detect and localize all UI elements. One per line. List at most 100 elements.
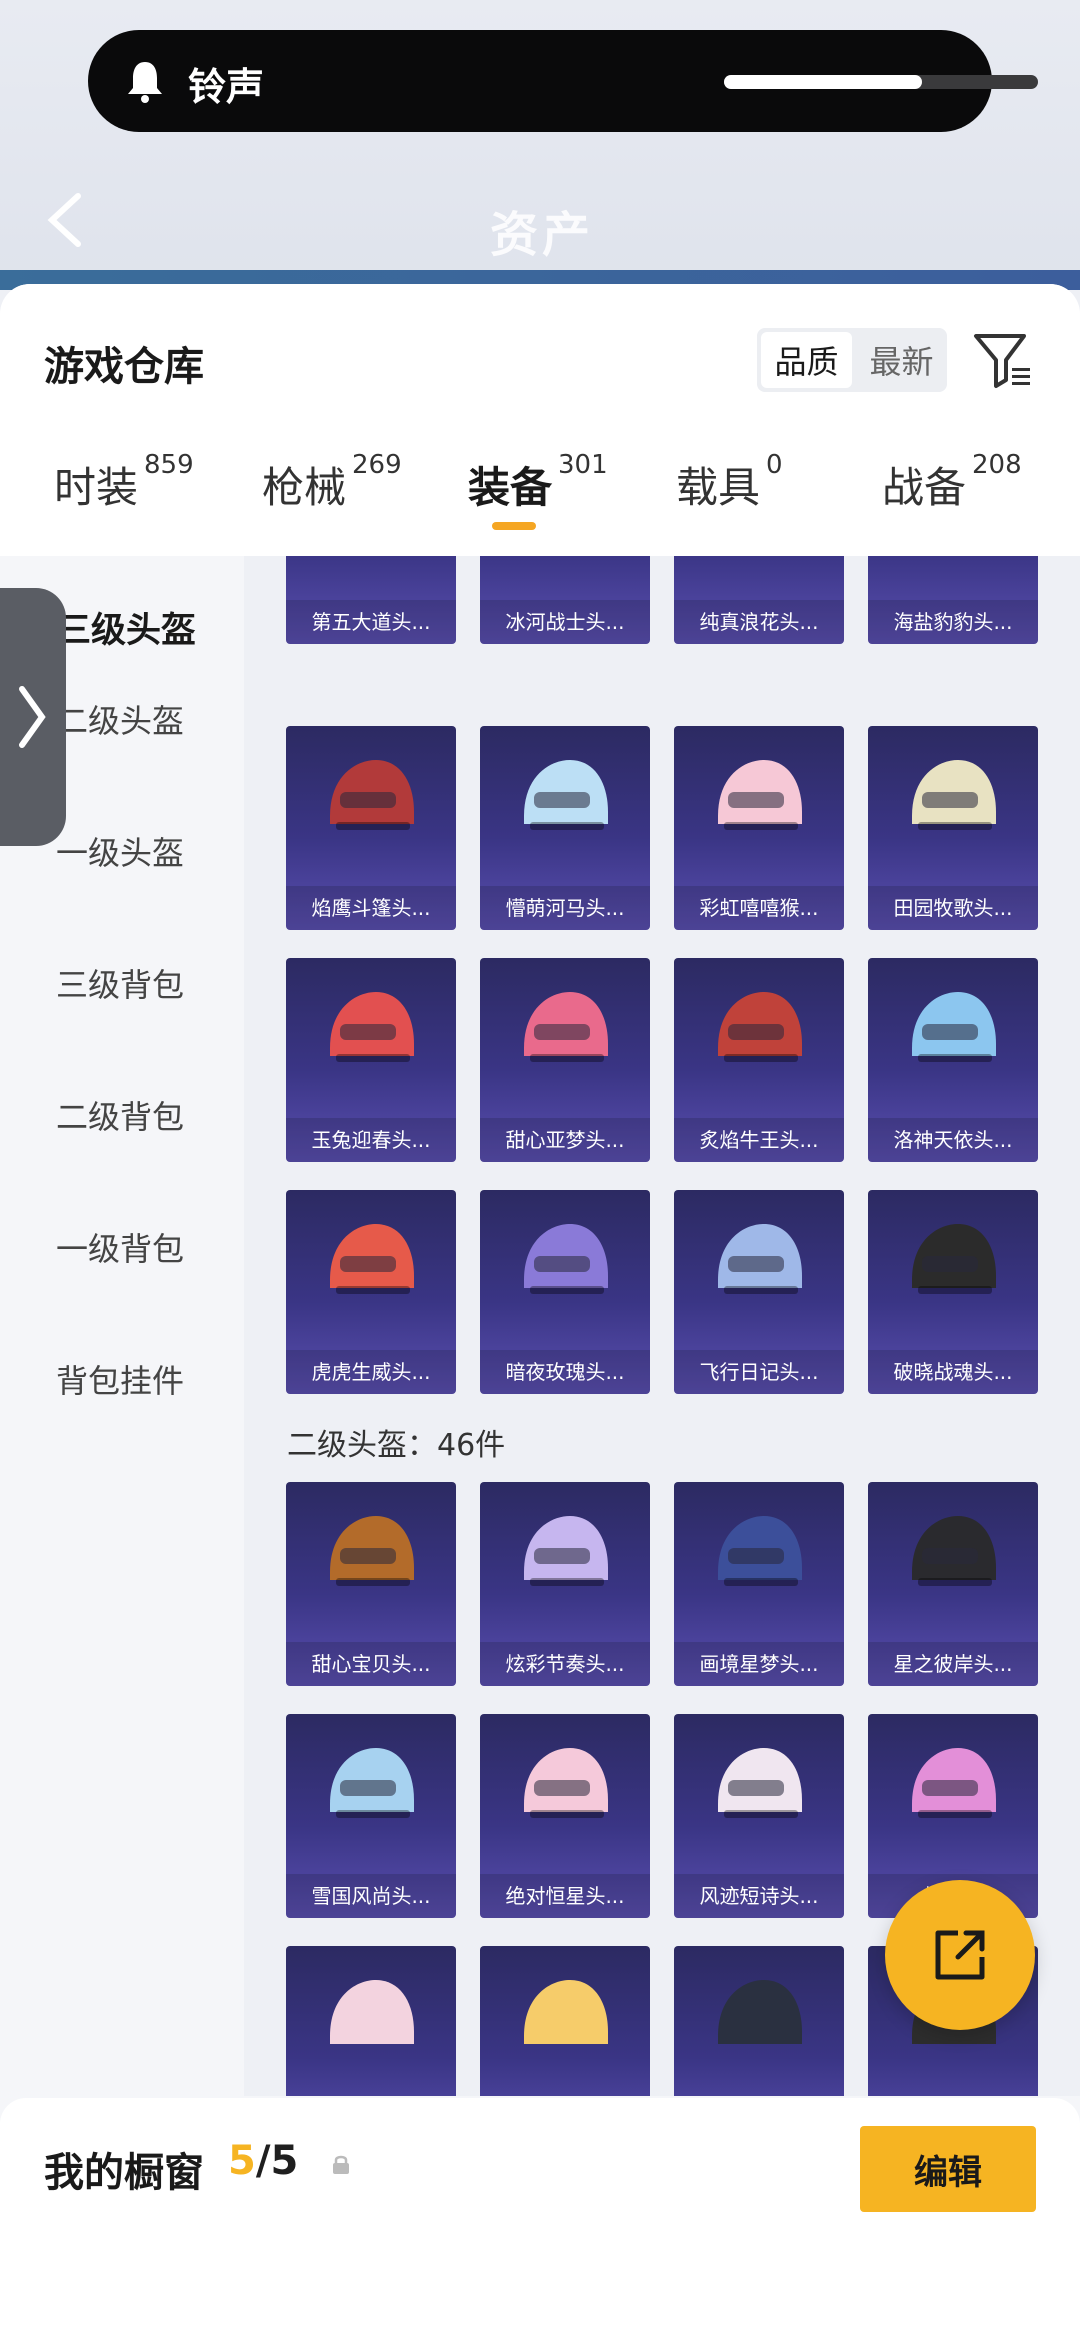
helmet-icon [510, 556, 620, 570]
tab-count: 301 [558, 450, 608, 480]
tab-fashion[interactable]: 时装 859 [54, 434, 194, 544]
item-name: 风迹短诗头... [674, 1874, 844, 1918]
helmet-icon [912, 1516, 996, 1586]
item-name: 绝对恒星头... [480, 1874, 650, 1918]
item-card[interactable]: 冰河战士头... [480, 556, 650, 644]
item-card[interactable]: 纯真浪花头... [674, 556, 844, 644]
item-name: 海盐豹豹头... [868, 600, 1038, 644]
rail-toggle-handle[interactable] [0, 588, 66, 846]
item-card[interactable]: 暗夜玫瑰头... [480, 1190, 650, 1394]
item-name: 懵萌河马头... [480, 886, 650, 930]
helmet-icon [330, 992, 414, 1062]
item-name: 画境星梦头... [674, 1642, 844, 1686]
item-card[interactable]: 星之彼岸头... [868, 1482, 1038, 1686]
tab-weapons[interactable]: 枪械 269 [262, 434, 402, 544]
helmet-icon [718, 1224, 802, 1294]
showcase-count: 5/5 [228, 2138, 298, 2184]
item-name: 冰河战士头... [480, 600, 650, 644]
edit-button[interactable]: 编辑 [860, 2126, 1036, 2212]
item-name: 炫彩节奏头... [480, 1642, 650, 1686]
item-card[interactable]: 风迹短诗头... [674, 1714, 844, 1918]
back-icon[interactable] [40, 190, 90, 250]
sort-segment: 品质 最新 [757, 328, 947, 392]
item-card[interactable]: 绝对恒星头... [480, 1714, 650, 1918]
chevron-right-icon [19, 686, 46, 748]
showcase-title: 我的橱窗 [44, 2150, 204, 2196]
filter-icon[interactable] [972, 328, 1034, 392]
item-card[interactable]: 懵萌河马头... [480, 726, 650, 930]
tab-label: 载具 [676, 463, 761, 512]
item-card[interactable]: 洛神天依头... [868, 958, 1038, 1162]
helmet-icon [524, 1748, 608, 1818]
helmet-icon [898, 556, 1008, 570]
item-name: 雪国风尚头... [286, 1874, 456, 1918]
share-button[interactable] [885, 1880, 1035, 2030]
sheet-header: 游戏仓库 品质 最新 时装 859 枪械 269 装备 301 载具 0 战备 … [0, 284, 1080, 556]
item-name: 飞行日记头... [674, 1350, 844, 1394]
item-card[interactable]: 甜心亚梦头... [480, 958, 650, 1162]
item-card[interactable]: 雪国风尚头... [286, 1714, 456, 1918]
rail-item-backpack-pendant[interactable]: 背包挂件 [0, 1356, 244, 1402]
item-name: 甜心宝贝头... [286, 1642, 456, 1686]
item-card[interactable]: 炫彩节奏头... [480, 1482, 650, 1686]
tab-active-indicator [492, 522, 536, 530]
lock-icon [333, 2155, 349, 2174]
helmet-icon [912, 760, 996, 830]
category-tabs: 时装 859 枪械 269 装备 301 载具 0 战备 208 [0, 434, 1080, 556]
item-card[interactable]: 画境星梦头... [674, 1482, 844, 1686]
item-card[interactable]: 焰鹰斗篷头... [286, 726, 456, 930]
showcase-current: 5 [228, 2138, 256, 2184]
rail-item-level1-backpack[interactable]: 一级背包 [0, 1224, 244, 1270]
helmet-icon [330, 1980, 414, 2044]
helmet-icon [316, 556, 426, 570]
helmet-icon [330, 1516, 414, 1586]
section-label-level2: 二级头盔：46件 [287, 1428, 506, 1463]
helmet-icon [330, 760, 414, 830]
helmet-icon [524, 760, 608, 830]
helmet-icon [524, 1516, 608, 1586]
item-card[interactable]: 田园牧歌头... [868, 726, 1038, 930]
item-name: 破晓战魂头... [868, 1350, 1038, 1394]
item-card[interactable] [674, 1946, 844, 2096]
volume-label: 铃声 [188, 65, 265, 109]
tab-label: 战备 [882, 463, 967, 512]
item-card[interactable] [480, 1946, 650, 2096]
sort-newest-button[interactable]: 最新 [856, 328, 947, 392]
tab-label: 枪械 [262, 463, 347, 512]
tab-count: 208 [972, 450, 1022, 480]
item-card[interactable]: 彩虹嘻嘻猴... [674, 726, 844, 930]
tab-count: 859 [144, 450, 194, 480]
helmet-icon [912, 1224, 996, 1294]
showcase-total: /5 [255, 2138, 299, 2184]
item-name: 炙焰牛王头... [674, 1118, 844, 1162]
helmet-icon [718, 760, 802, 830]
volume-slider[interactable] [724, 75, 1038, 89]
rail-item-level3-backpack[interactable]: 三级背包 [0, 960, 244, 1006]
item-name: 甜心亚梦头... [480, 1118, 650, 1162]
tab-label: 装备 [468, 463, 553, 512]
share-icon [935, 1930, 985, 1980]
item-card[interactable]: 破晓战魂头... [868, 1190, 1038, 1394]
item-card[interactable]: 炙焰牛王头... [674, 958, 844, 1162]
helmet-icon [718, 1516, 802, 1586]
helmet-icon [718, 1980, 802, 2044]
item-card[interactable]: 海盐豹豹头... [868, 556, 1038, 644]
showcase-bar: 我的橱窗 5/5 编辑 [0, 2098, 1080, 2341]
item-card[interactable]: 第五大道头... [286, 556, 456, 644]
item-name: 纯真浪花头... [674, 600, 844, 644]
tab-equipment[interactable]: 装备 301 [468, 434, 608, 544]
item-card[interactable]: 飞行日记头... [674, 1190, 844, 1394]
volume-notification: 铃声 [88, 30, 1038, 132]
helmet-icon [524, 992, 608, 1062]
item-card[interactable]: 虎虎生威头... [286, 1190, 456, 1394]
tab-vehicles[interactable]: 载具 0 [676, 434, 783, 544]
item-name: 彩虹嘻嘻猴... [674, 886, 844, 930]
item-card[interactable]: 玉兔迎春头... [286, 958, 456, 1162]
tab-supplies[interactable]: 战备 208 [882, 434, 1022, 544]
tab-count: 269 [352, 450, 402, 480]
rail-item-level2-backpack[interactable]: 二级背包 [0, 1092, 244, 1138]
item-card[interactable]: 甜心宝贝头... [286, 1482, 456, 1686]
item-card[interactable] [286, 1946, 456, 2096]
sort-quality-button[interactable]: 品质 [761, 332, 852, 388]
helmet-icon [330, 1748, 414, 1818]
